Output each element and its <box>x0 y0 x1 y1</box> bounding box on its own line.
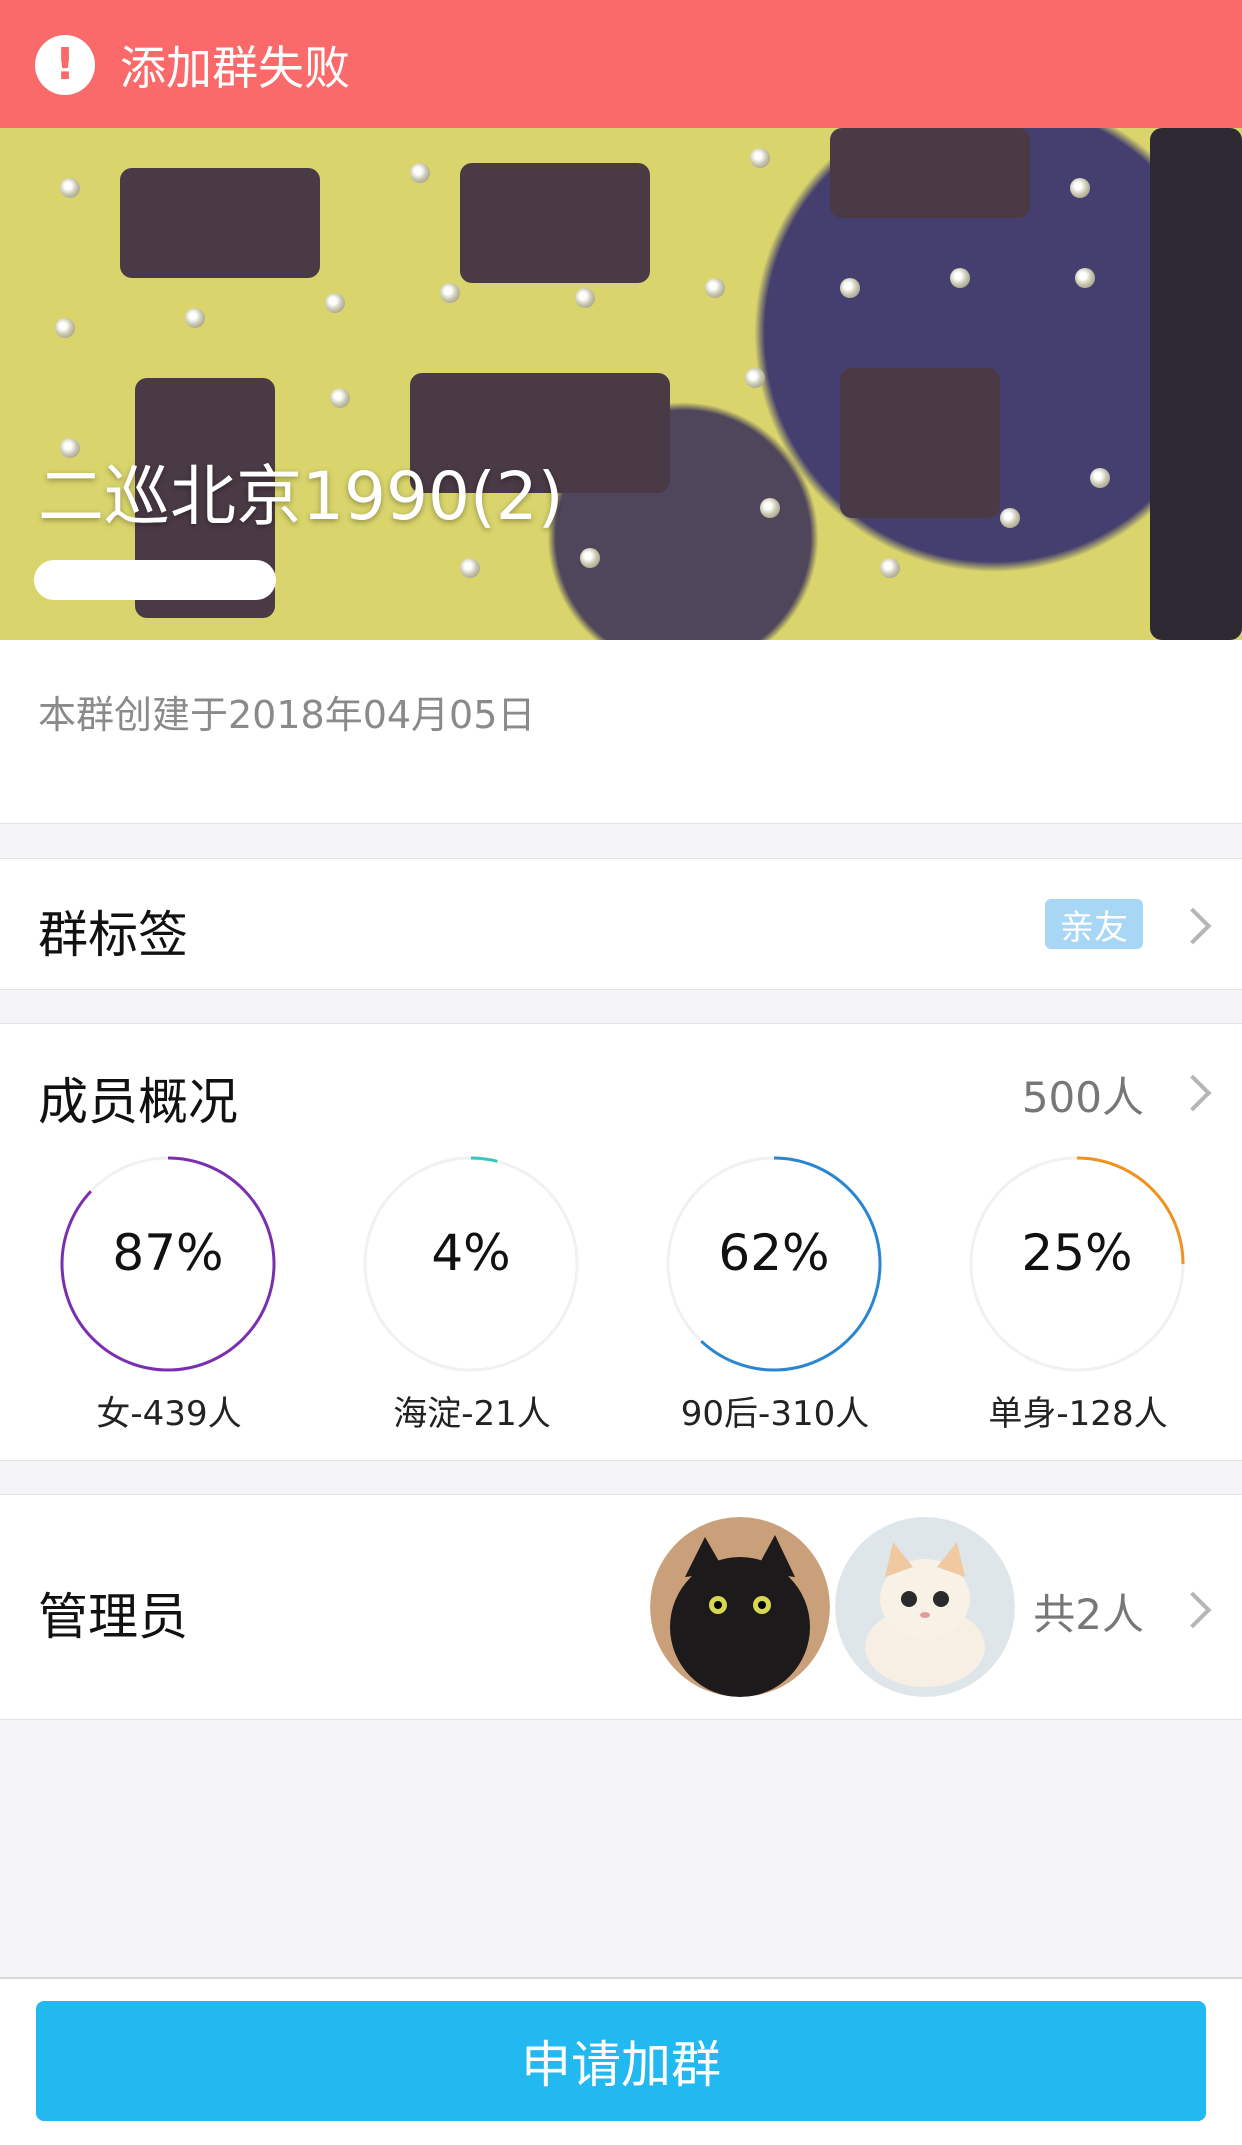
chevron-right-icon <box>1174 1074 1212 1112</box>
chevron-right-icon <box>1174 907 1212 945</box>
toast-message: 添加群失败 <box>120 41 350 95</box>
group-cover-image: 二巡北京1990(2) <box>0 128 1242 640</box>
group-created-date: 本群创建于2018年04月05日 <box>38 693 536 737</box>
chevron-right-icon <box>1174 1591 1212 1629</box>
member-overview-label: 成员概况 <box>38 1073 238 1131</box>
district-percent: 4% <box>431 1224 511 1282</box>
error-toast: ! 添加群失败 <box>0 0 1242 128</box>
member-count: 500人 <box>1021 1073 1144 1122</box>
gender-percent: 87% <box>112 1224 224 1282</box>
black-cat-avatar[interactable] <box>650 1517 830 1697</box>
admin-count: 共2人 <box>1033 1590 1144 1639</box>
admin-label: 管理员 <box>38 1588 188 1646</box>
stat-gender: 87% 女-439人 <box>10 1154 312 1434</box>
group-tags-row[interactable]: 群标签 亲友 <box>0 858 1242 990</box>
group-name: 二巡北京1990(2) <box>38 458 564 535</box>
tag-badge: 亲友 <box>1045 899 1143 949</box>
stat-age: 62% 90后-310人 <box>616 1154 918 1434</box>
single-caption: 单身-128人 <box>988 1394 1168 1434</box>
stat-district: 4% 海淀-21人 <box>313 1154 615 1434</box>
bottom-action-bar: 申请加群 <box>0 1977 1242 2145</box>
gender-caption: 女-439人 <box>96 1394 242 1434</box>
age-caption: 90后-310人 <box>680 1394 870 1434</box>
apply-join-button[interactable]: 申请加群 <box>36 2001 1206 2121</box>
group-profile-page: ! 添加群失败 二巡北京1990(2) 本群创建于2018年04月05日 群标签… <box>0 0 1242 2145</box>
district-caption: 海淀-21人 <box>393 1394 551 1434</box>
stat-single: 25% 单身-128人 <box>919 1154 1221 1434</box>
admin-row[interactable]: 管理员 共2人 <box>0 1494 1242 1720</box>
alert-icon: ! <box>35 35 95 95</box>
group-created-section: 本群创建于2018年04月05日 <box>0 640 1242 824</box>
age-percent: 62% <box>718 1224 830 1282</box>
member-overview-section[interactable]: 成员概况 500人 87% 女-439人 4% 海淀-21人 62% 90后-3… <box>0 1023 1242 1461</box>
white-kitten-avatar[interactable] <box>835 1517 1015 1697</box>
single-percent: 25% <box>1021 1224 1133 1282</box>
group-id-redacted <box>34 560 276 600</box>
group-tags-label: 群标签 <box>38 906 188 964</box>
